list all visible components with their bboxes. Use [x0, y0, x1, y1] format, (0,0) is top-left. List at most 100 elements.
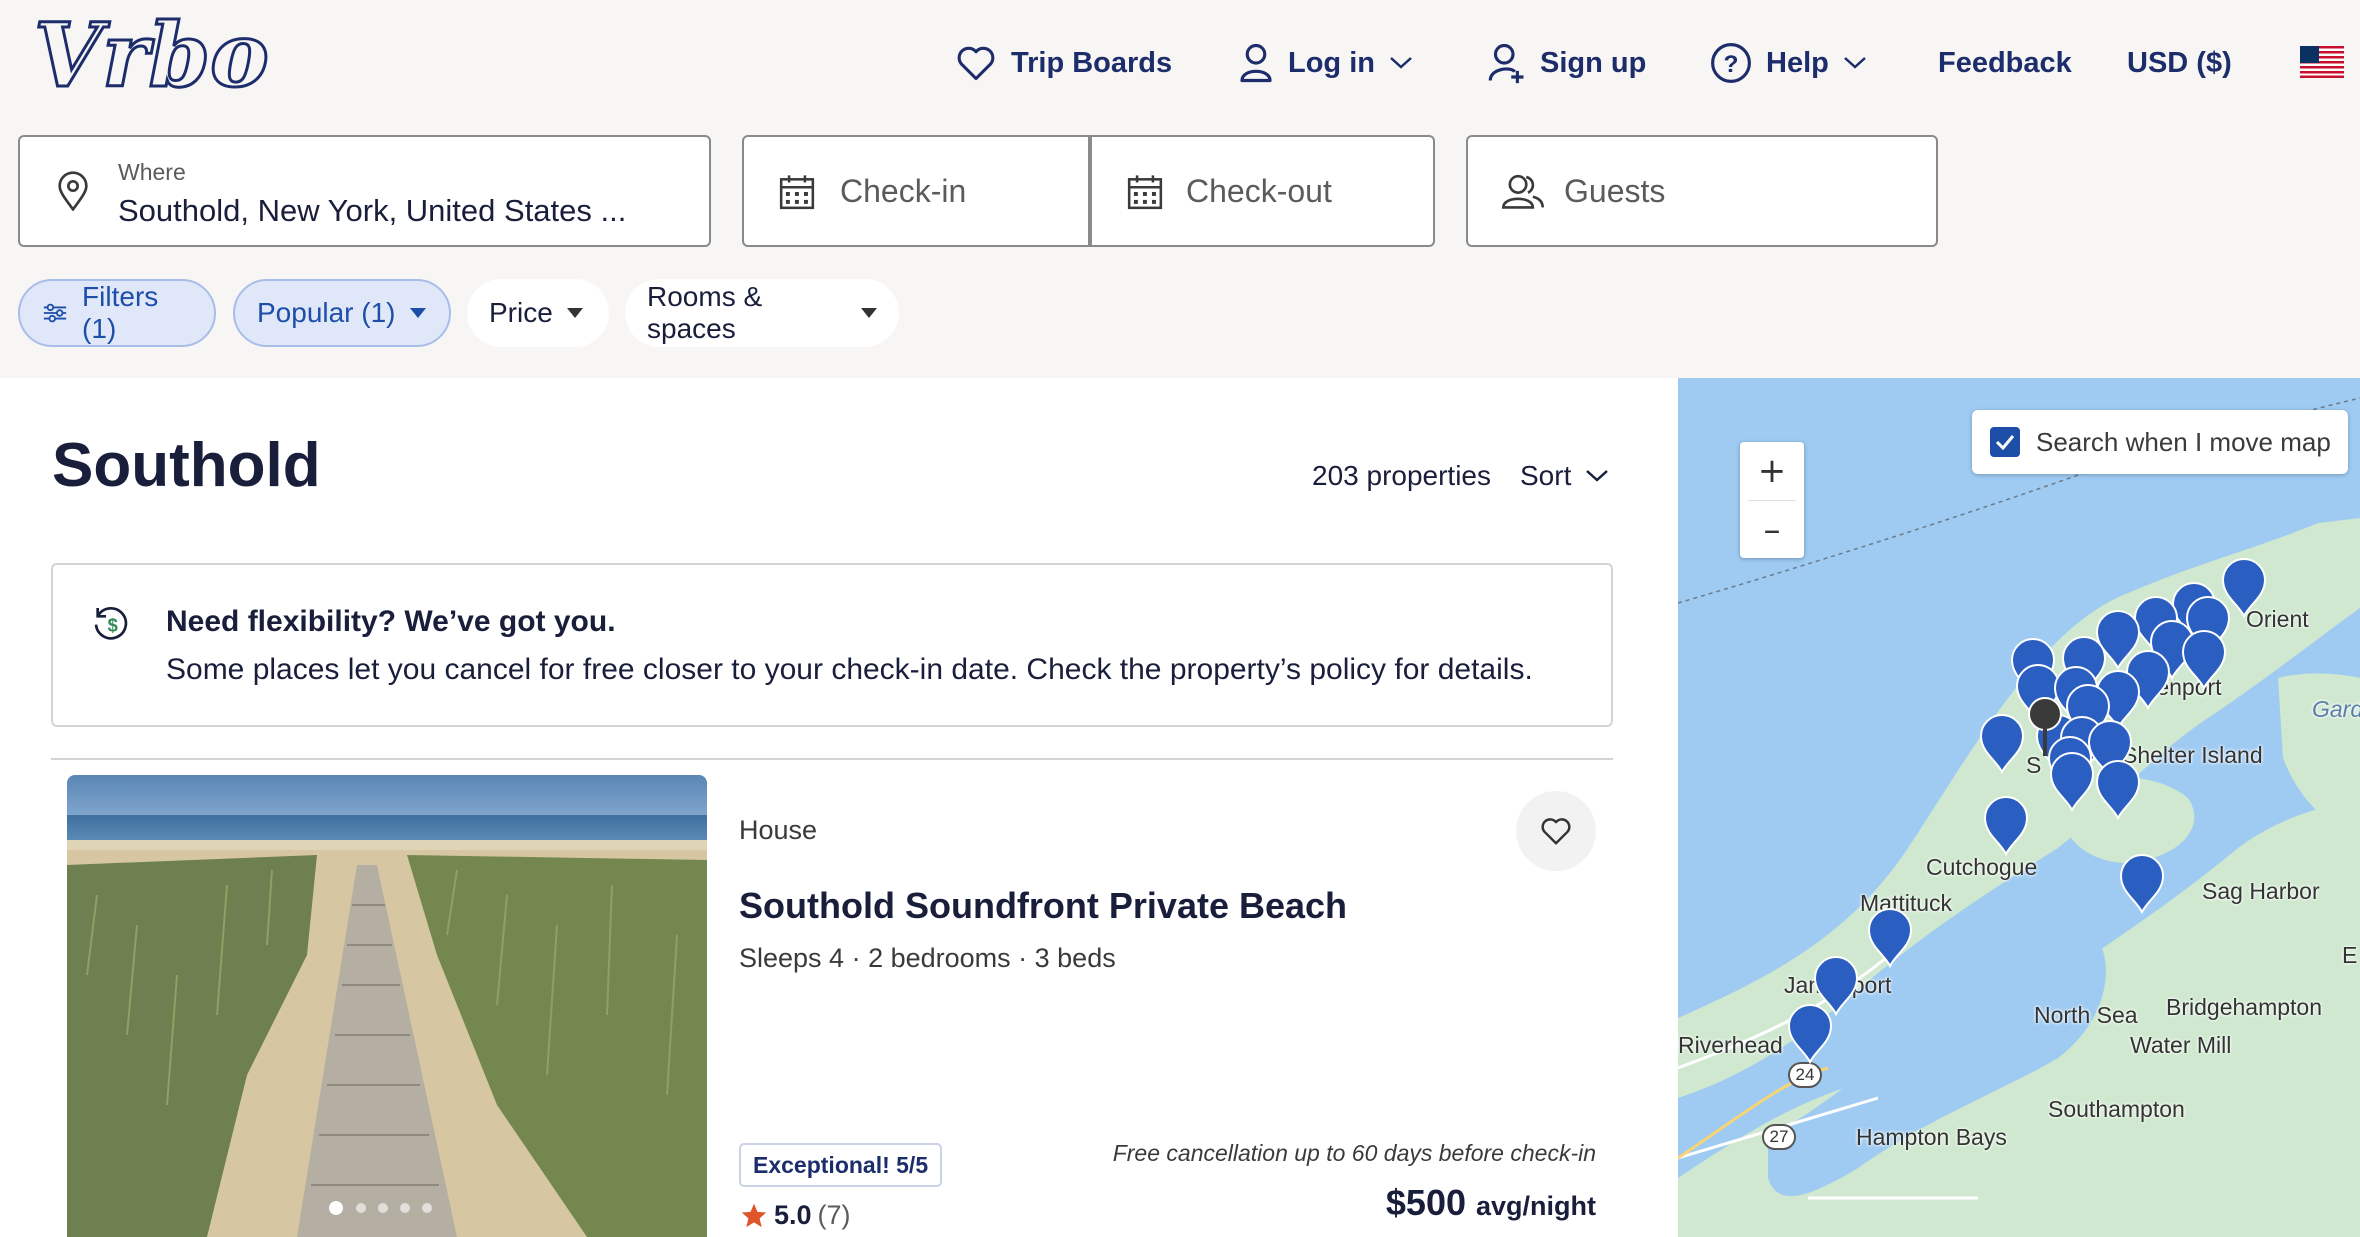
svg-text:$: $ — [108, 614, 118, 635]
map-label-cutchogue: Cutchogue — [1926, 854, 2038, 880]
search-when-move-map-label: Search when I move map — [2036, 426, 2331, 457]
save-to-trip-board-button[interactable] — [1516, 791, 1596, 871]
chevron-down-icon — [1844, 57, 1866, 69]
sign-up-link[interactable]: Sign up — [1486, 38, 1646, 88]
caret-down-icon — [409, 308, 426, 318]
map-label-sag-harbor: Sag Harbor — [2202, 878, 2320, 904]
log-in-label: Log in — [1288, 46, 1375, 79]
price-filter-button[interactable]: Price — [467, 279, 609, 347]
route-27-shield: 27 — [1762, 1124, 1796, 1150]
heart-icon — [1541, 818, 1571, 845]
popular-filter-label: Popular (1) — [257, 297, 396, 328]
us-flag-icon[interactable] — [2300, 46, 2344, 78]
property-type: House — [739, 815, 818, 845]
route-24-shield: 24 — [1788, 1062, 1822, 1088]
heart-icon — [957, 46, 995, 81]
price-filter-label: Price — [489, 297, 553, 328]
property-details: Sleeps 4 · 2 bedrooms · 3 beds — [739, 943, 1116, 973]
map-label-gard: Gard — [2312, 696, 2360, 722]
rooms-filter-label: Rooms & spaces — [647, 281, 763, 344]
map-label-southampton: Southampton — [2048, 1096, 2185, 1122]
map-label-riverhead: Riverhead — [1678, 1032, 1783, 1058]
currency-selector[interactable]: USD ($) — [2127, 38, 2232, 88]
sort-label: Sort — [1520, 460, 1572, 491]
map-label-hampton-bays: Hampton Bays — [1856, 1124, 2007, 1150]
filters-button[interactable]: Filters (1) — [18, 279, 216, 347]
map-label-jamesport: Jamesport — [1784, 972, 1892, 998]
price-unit: avg/night — [1476, 1191, 1596, 1221]
trip-boards-link[interactable]: Trip Boards — [955, 38, 1172, 88]
log-in-menu[interactable]: Log in — [1238, 38, 1413, 88]
map-label-greenport: Greenport — [2118, 674, 2222, 700]
guests-icon — [1501, 174, 1545, 209]
destination-label: Where — [118, 159, 186, 185]
flexibility-text: Some places let you cancel for free clos… — [166, 653, 1533, 686]
svg-text:?: ? — [1724, 51, 1739, 78]
popular-filter-button[interactable]: Popular (1) — [233, 279, 451, 347]
rooms-filter-button[interactable]: Rooms & spaces — [625, 279, 899, 347]
check-out-placeholder: Check-out — [1186, 173, 1332, 209]
price-amount: $500 — [1385, 1182, 1466, 1223]
help-icon: ? — [1711, 43, 1751, 83]
destination-value: Southold, New York, United States ... — [118, 193, 627, 228]
sign-up-label: Sign up — [1540, 46, 1647, 79]
check-in-field[interactable]: Check-in — [742, 135, 1090, 247]
map[interactable]: Orient Greenport Gard Shelter Island S C… — [1678, 378, 2360, 1237]
property-name[interactable]: Southold Soundfront Private Beach — [739, 885, 1347, 927]
flexibility-title: Need flexibility? We’ve got you. — [166, 605, 616, 638]
vrbo-logo[interactable]: Vrbo — [33, 2, 284, 109]
location-pin-icon — [58, 171, 88, 211]
map-label-mattituck: Mattituck — [1860, 890, 1953, 916]
map-label-north-sea: North Sea — [2034, 1002, 2138, 1028]
map-label-water-mill: Water Mill — [2130, 1032, 2232, 1058]
zoom-in-button[interactable]: + — [1740, 442, 1804, 500]
sliders-icon — [43, 303, 67, 323]
listing-photo[interactable] — [67, 775, 707, 1237]
page-title: Southold — [52, 431, 321, 500]
user-icon — [1240, 43, 1272, 83]
rating-badge-label: Exceptional! 5/5 — [753, 1151, 929, 1178]
help-label: Help — [1766, 46, 1829, 79]
divider — [51, 758, 1613, 760]
zoom-out-button[interactable]: – — [1740, 501, 1804, 559]
map-label-bridgehampton: Bridgehampton — [2166, 994, 2322, 1020]
flexible-cancel-icon: $ — [94, 606, 128, 640]
search-when-move-map-toggle[interactable]: Search when I move map — [1972, 410, 2348, 474]
flexibility-banner: $ Need flexibility? We’ve got you. Some … — [51, 563, 1613, 727]
chevron-down-icon — [1390, 57, 1412, 69]
guests-placeholder: Guests — [1564, 173, 1666, 209]
add-user-icon — [1488, 43, 1524, 84]
calendar-icon — [1127, 175, 1163, 210]
map-label-southold: S — [2026, 752, 2042, 778]
zoom-controls: + – — [1740, 442, 1804, 558]
rating-score: 5.0 — [774, 1200, 812, 1230]
check-out-field[interactable]: Check-out — [1090, 135, 1435, 247]
chevron-down-icon — [1586, 470, 1609, 482]
help-menu[interactable]: ? Help — [1710, 38, 1867, 88]
rating: 5.0 (7) — [740, 1200, 851, 1231]
guests-field[interactable]: Guests — [1466, 135, 1938, 247]
check-icon — [1995, 435, 2015, 450]
map-label-e: E — [2342, 942, 2358, 968]
logo-text: Vrbo — [34, 14, 269, 104]
checkbox[interactable] — [1990, 427, 2020, 457]
price: $500 avg/night — [1386, 1182, 1596, 1224]
trip-boards-label: Trip Boards — [1011, 46, 1173, 79]
destination-field[interactable]: Where Southold, New York, United States … — [18, 135, 711, 247]
calendar-icon — [779, 175, 815, 210]
sort-button[interactable]: Sort — [1520, 460, 1609, 492]
check-in-placeholder: Check-in — [840, 173, 967, 209]
star-icon — [741, 1203, 767, 1227]
feedback-link[interactable]: Feedback — [1938, 38, 2072, 88]
map-label-orient: Orient — [2246, 606, 2309, 632]
caret-down-icon — [861, 308, 877, 318]
feedback-label: Feedback — [1938, 46, 2072, 79]
rating-badge: Exceptional! 5/5 — [739, 1143, 943, 1187]
property-count: 203 properties — [1312, 460, 1492, 491]
review-count: (7) — [817, 1200, 851, 1230]
currency-label: USD ($) — [2127, 46, 2232, 79]
filters-label: Filters (1) — [82, 281, 159, 344]
caret-down-icon — [566, 308, 583, 318]
cancellation-policy: Free cancellation up to 60 days before c… — [1112, 1140, 1596, 1166]
map-label-shelter-island: Shelter Island — [2122, 742, 2263, 768]
